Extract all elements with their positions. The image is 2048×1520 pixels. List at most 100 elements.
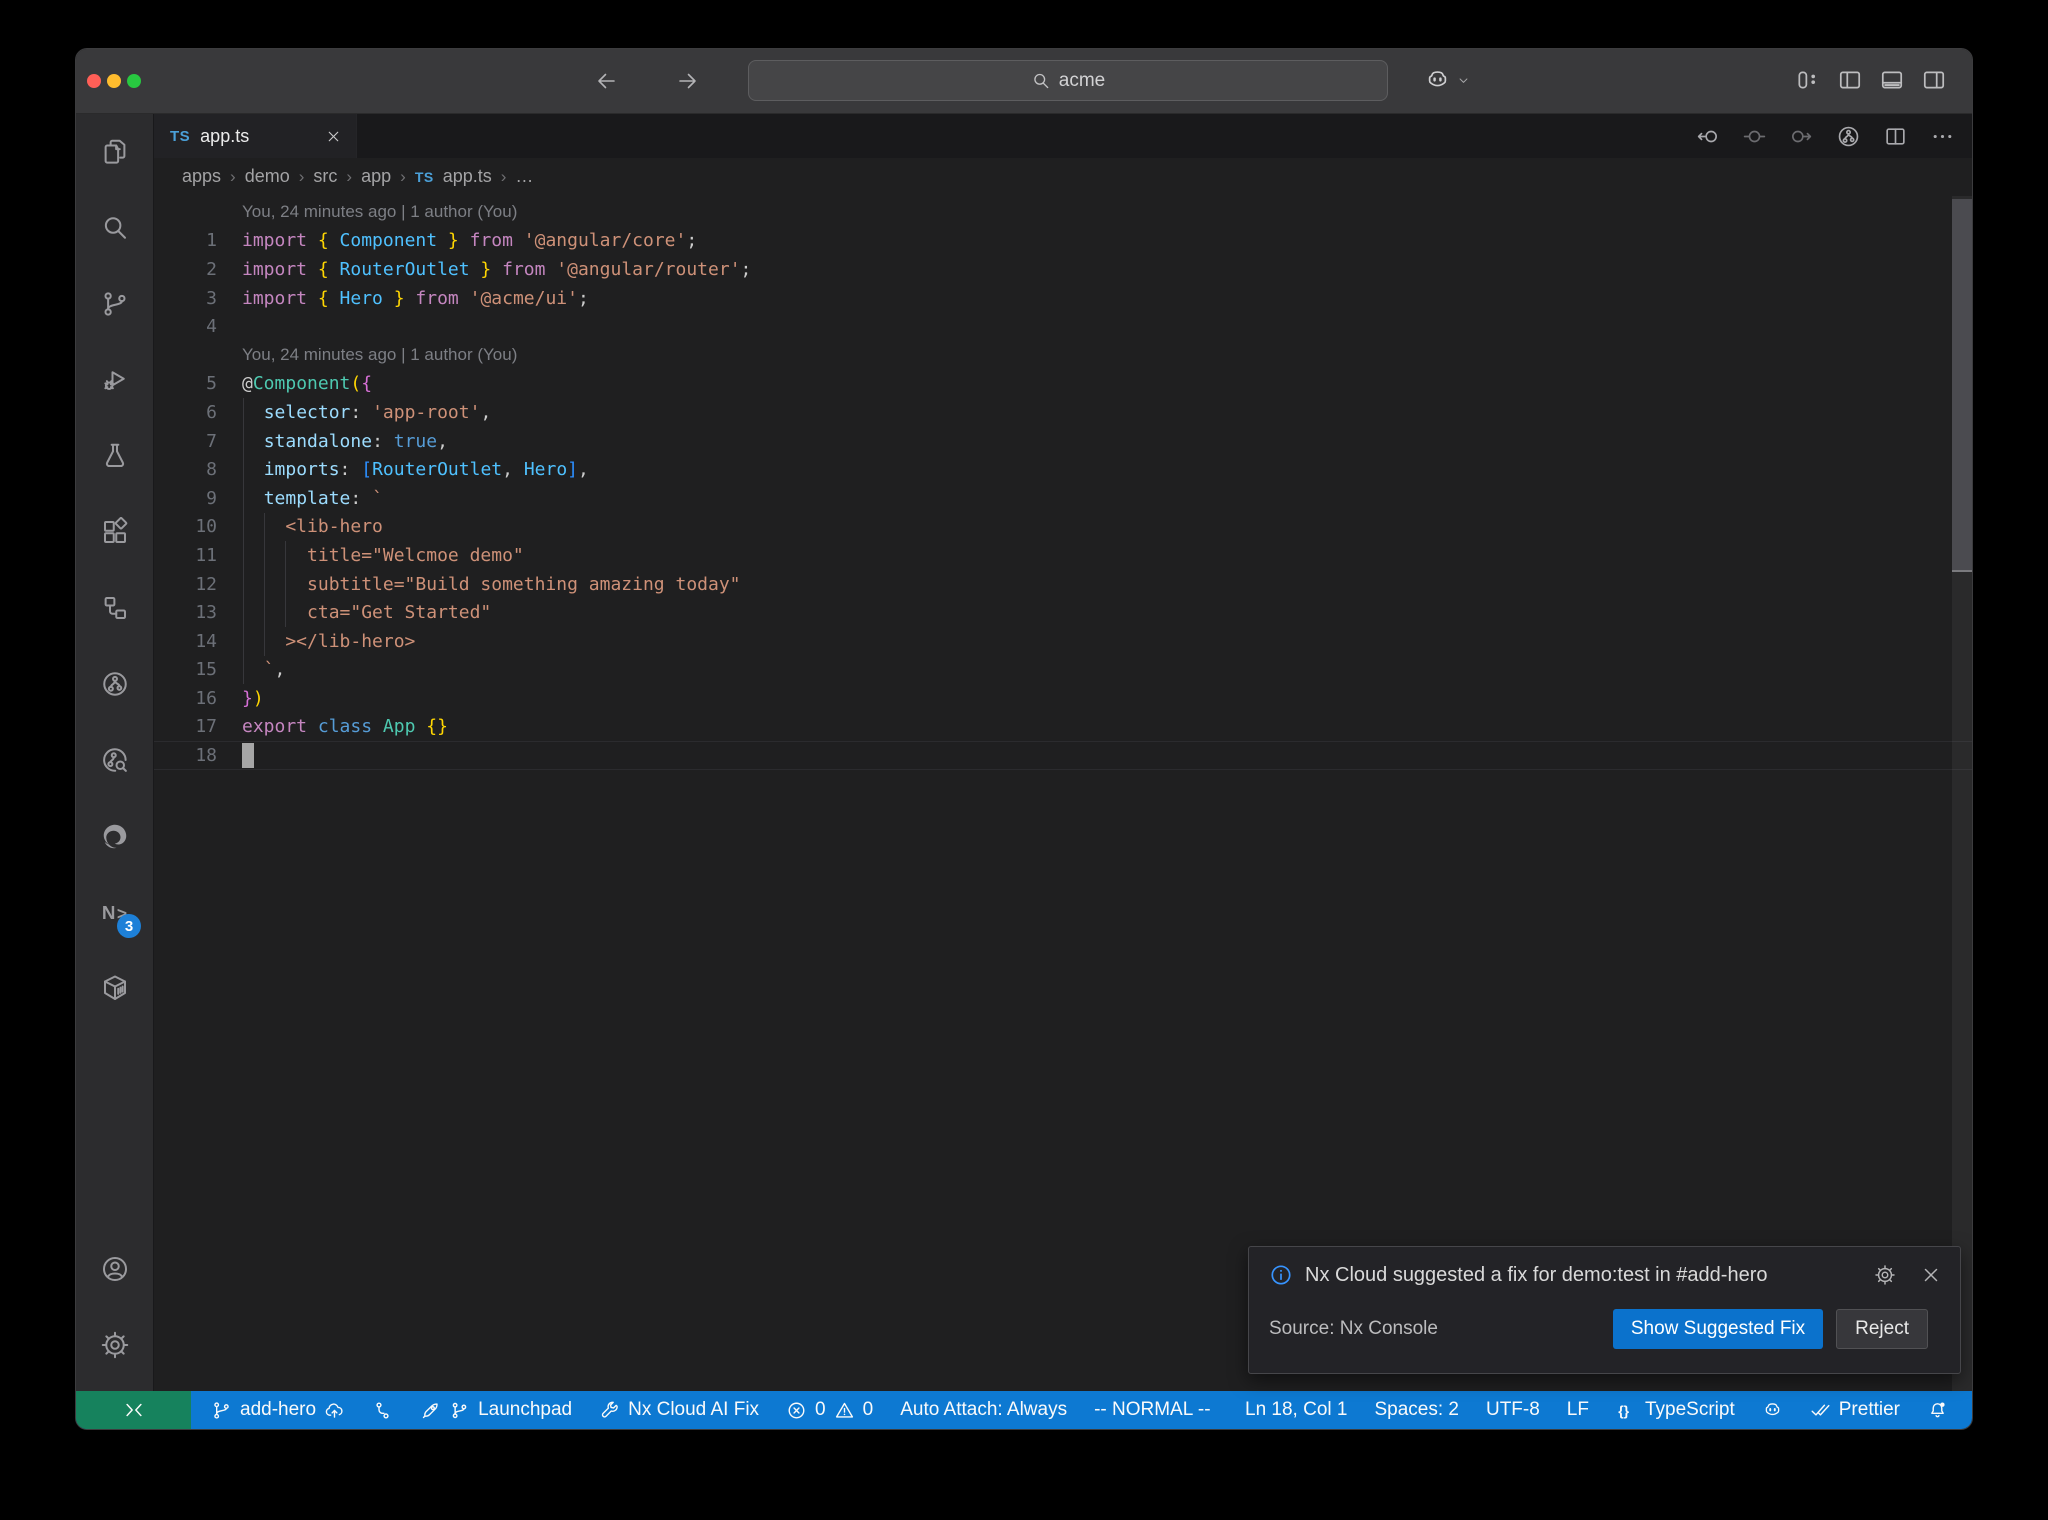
code-line[interactable]: 2 import { RouterOutlet } from '@angular/… xyxy=(154,255,1972,284)
status-copilot[interactable] xyxy=(1762,1400,1783,1421)
code-line[interactable]: 10 <lib-hero xyxy=(154,513,1972,542)
changes-icon[interactable] xyxy=(1742,124,1767,149)
code-line[interactable]: 15 `, xyxy=(154,656,1972,685)
code-line[interactable]: 11 title="Welcmoe demo" xyxy=(154,541,1972,570)
activity-bar-top: N >3 xyxy=(76,114,153,1026)
account-icon xyxy=(100,1254,130,1284)
code-line[interactable]: 8 imports: [RouterOutlet, Hero], xyxy=(154,455,1972,484)
chevron-down-icon xyxy=(1456,73,1471,88)
status-notifications-bell[interactable] xyxy=(1927,1400,1948,1421)
zoom-button[interactable] xyxy=(127,74,141,88)
status-encoding[interactable]: UTF-8 xyxy=(1486,1399,1540,1421)
previous-change-icon[interactable] xyxy=(1695,124,1720,149)
code-line[interactable]: 18 xyxy=(154,741,1972,770)
close-icon[interactable] xyxy=(325,128,342,145)
breadcrumb-item-file[interactable]: app.ts xyxy=(443,166,492,187)
code-token: standalone xyxy=(263,430,373,452)
command-center-search[interactable]: acme xyxy=(748,60,1388,101)
code-content: }) xyxy=(242,688,264,709)
back-arrow-icon[interactable] xyxy=(594,69,618,93)
editor-cursor xyxy=(242,743,254,769)
minimize-button[interactable] xyxy=(107,74,121,88)
status-commit-graph[interactable] xyxy=(372,1400,393,1421)
code-token: export xyxy=(242,716,318,738)
split-editor-icon[interactable] xyxy=(1883,124,1908,149)
activity-item-gitlens[interactable] xyxy=(76,646,153,722)
breadcrumb-item[interactable]: apps xyxy=(182,166,221,187)
activity-item-explorer[interactable] xyxy=(76,114,153,190)
code-line[interactable]: 4 xyxy=(154,312,1972,341)
remote-icon xyxy=(123,1399,145,1421)
code-content: imports: [RouterOutlet, Hero], xyxy=(242,459,589,480)
activity-item-accounts[interactable] xyxy=(76,1231,153,1307)
code-line[interactable]: 7 standalone: true, xyxy=(154,427,1972,456)
activity-item-run-debug[interactable] xyxy=(76,342,153,418)
breadcrumb-item[interactable]: app xyxy=(361,166,391,187)
show-suggested-fix-button[interactable]: Show Suggested Fix xyxy=(1612,1309,1824,1349)
status-cursor-position[interactable]: Ln 18, Col 1 xyxy=(1245,1399,1347,1421)
activity-item-testing[interactable] xyxy=(76,418,153,494)
close-icon[interactable] xyxy=(1920,1264,1942,1286)
activity-item-gitlens-inspect[interactable] xyxy=(76,722,153,798)
activity-item-hierarchy[interactable] xyxy=(76,570,153,646)
status-formatter[interactable]: Prettier xyxy=(1810,1399,1900,1421)
next-change-icon[interactable] xyxy=(1789,124,1814,149)
activity-item-extensions[interactable] xyxy=(76,494,153,570)
code-line[interactable]: 16}) xyxy=(154,684,1972,713)
code-token: @ xyxy=(242,373,253,395)
code-token: {} xyxy=(426,716,448,738)
code-line[interactable]: 3 import { Hero } from '@acme/ui'; xyxy=(154,284,1972,313)
copilot-menu[interactable] xyxy=(1424,67,1471,94)
code-line[interactable]: 17 export class App {} xyxy=(154,713,1972,742)
forward-arrow-icon[interactable] xyxy=(676,69,700,93)
tab-app-ts[interactable]: TS app.ts xyxy=(154,114,357,158)
svg-text:{}: {} xyxy=(1618,1402,1629,1418)
status-problems[interactable]: 00 xyxy=(786,1399,873,1421)
activity-item-search[interactable] xyxy=(76,190,153,266)
gear-icon[interactable] xyxy=(1874,1264,1896,1286)
layout-panel-icon[interactable] xyxy=(1879,67,1905,93)
status-auto-attach[interactable]: Auto Attach: Always xyxy=(900,1399,1067,1421)
code-line[interactable]: 1 import { Component } from '@angular/cor… xyxy=(154,227,1972,256)
code-line[interactable]: 14 ></lib-hero> xyxy=(154,627,1972,656)
activity-item-edge-devtools[interactable] xyxy=(76,798,153,874)
status-launchpad[interactable]: Launchpad xyxy=(420,1399,572,1421)
code-token: class xyxy=(317,716,383,738)
status-git-branch[interactable]: add-hero xyxy=(211,1399,345,1421)
layout-sidebar-right-icon[interactable] xyxy=(1921,67,1947,93)
code-line[interactable]: 5 @ Component({ xyxy=(154,370,1972,399)
editor-scrollbar-thumb[interactable] xyxy=(1952,199,1972,570)
code-line[interactable]: 9 template: ` xyxy=(154,484,1972,513)
more-actions-icon[interactable] xyxy=(1930,124,1955,149)
status-vim-mode[interactable]: -- NORMAL -- xyxy=(1094,1399,1210,1421)
status-language-mode[interactable]: {} TypeScript xyxy=(1616,1399,1735,1421)
activity-item-source-control[interactable] xyxy=(76,266,153,342)
customize-layout-icon[interactable] xyxy=(1795,67,1821,93)
commit-graph-icon[interactable] xyxy=(1836,124,1861,149)
chevron-right-icon: › xyxy=(230,166,236,186)
breadcrumb-item-tail[interactable]: … xyxy=(515,166,533,187)
reject-button[interactable]: Reject xyxy=(1836,1309,1928,1349)
layout-sidebar-left-icon[interactable] xyxy=(1837,67,1863,93)
status-eol[interactable]: LF xyxy=(1567,1399,1589,1421)
status-indentation[interactable]: Spaces: 2 xyxy=(1374,1399,1459,1421)
cloud-upload-icon xyxy=(324,1400,345,1421)
activity-item-nx-console[interactable]: N >3 xyxy=(76,874,153,950)
code-content xyxy=(242,743,254,769)
code-token: } xyxy=(469,258,503,280)
code-line[interactable]: 6 selector: 'app-root', xyxy=(154,398,1972,427)
code-line[interactable]: 13 cta="Get Started" xyxy=(154,598,1972,627)
status-text: Auto Attach: Always xyxy=(900,1399,1068,1420)
activity-item-settings[interactable] xyxy=(76,1307,153,1383)
activity-item-containers[interactable] xyxy=(76,950,153,1026)
code-token: true xyxy=(393,430,438,452)
code-token: : xyxy=(350,401,373,423)
code-content: ></lib-hero> xyxy=(242,631,415,652)
status-nx-cloud-ai-fix[interactable]: Nx Cloud AI Fix xyxy=(599,1399,759,1421)
breadcrumb-item[interactable]: demo xyxy=(245,166,290,187)
breadcrumb-item[interactable]: src xyxy=(313,166,337,187)
code-line[interactable]: 12 subtitle="Build something amazing tod… xyxy=(154,570,1972,599)
close-button[interactable] xyxy=(87,74,101,88)
remote-indicator[interactable] xyxy=(76,1391,191,1429)
code-editor[interactable]: You, 24 minutes ago | 1 author (You) 1 imp… xyxy=(154,195,1972,1391)
